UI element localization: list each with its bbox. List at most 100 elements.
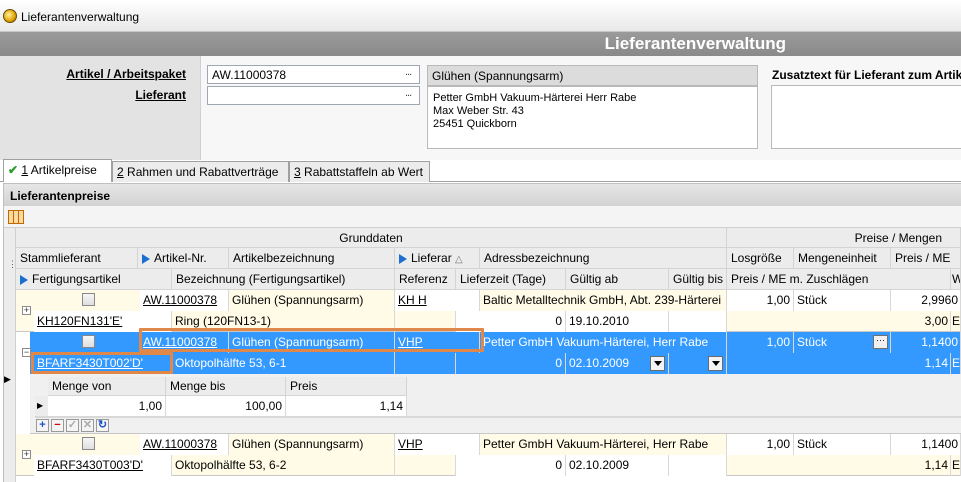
cell-artikel-nr[interactable]: AW.11000378 [140,434,229,455]
col-referenz[interactable]: Referenz [395,269,456,290]
tab-label: Artikelpreise [28,163,97,177]
gueltig-ab-dropdown-icon[interactable] [650,356,665,371]
zusatztext-label: Zusatztext für Lieferant zum Artikel [772,68,961,82]
panel-title: Lieferantenpreise [4,184,961,206]
col-adressbezeichnung[interactable]: Adressbezeichnung [480,248,727,269]
collapse-icon[interactable]: − [22,348,31,357]
col-mengeneinheit[interactable]: Mengeneinheit [794,248,891,269]
col-lieferzeit[interactable]: Lieferzeit (Tage) [456,269,566,290]
lieferant-input[interactable] [207,86,420,105]
address-line: Petter GmbH Vakuum-Härterei Herr Rabe [433,92,637,104]
col-preis-me-zuschlaege[interactable]: Preis / ME m. Zuschlägen [727,269,951,290]
cell-gueltig-bis[interactable] [669,311,727,332]
tab-artikelpreise[interactable]: ✔ 1 Artikelpreise [3,159,112,182]
cell-preis-me[interactable]: 1,1400 [891,332,961,353]
cell-artikel-nr[interactable]: AW.11000378 [140,290,229,311]
cell-preis-zuschlaege: 1,14 [727,455,951,476]
artikel-label[interactable]: Artikel / Arbeitspaket [10,67,186,81]
col-w[interactable]: W [951,269,961,290]
cell-losgroesse[interactable]: 1,00 [727,332,794,353]
highlight-box-fertigungsartikel [31,352,173,374]
refresh-button[interactable]: ↻ [96,419,109,432]
cell-adresse: Petter GmbH Vakuum-Härterei, Herr Rabe [480,434,727,455]
sub-col-menge-bis[interactable]: Menge bis [166,377,286,396]
col-lieferant-label: Lieferar [411,251,452,265]
artikel-input[interactable]: AW.11000378 [207,65,420,84]
cell-preis-zuschlaege: 1,14 [727,353,951,374]
address-box: Petter GmbH Vakuum-Härterei Herr Rabe Ma… [427,86,758,149]
col-artikelbezeichnung[interactable]: Artikelbezeichnung [229,248,395,269]
cell-mengeneinheit[interactable]: Stück [794,290,891,311]
cell-lieferzeit[interactable]: 0 [456,353,566,374]
lieferant-lookup-button[interactable]: ... [405,87,412,99]
stammlieferant-checkbox[interactable] [82,293,95,306]
mengeneinheit-lookup-button[interactable]: ··· [873,335,888,349]
sort-arrow-icon [142,253,150,264]
confirm-row-button[interactable]: ✓ [66,419,79,432]
page-title: Lieferantenverwaltung [604,34,786,53]
cell-lieferant[interactable]: KH H [395,290,480,311]
col-stammlieferant[interactable]: Stammlieferant [16,248,138,269]
grid-layout-icon[interactable] [8,210,24,224]
check-icon: ✔ [8,163,19,177]
cell-gueltig-ab[interactable]: 19.10.2010 [566,311,669,332]
cell-preis-zuschlaege: 3,00 [727,311,951,332]
tab-key: 3 [294,165,301,179]
col-losgroesse[interactable]: Losgröße [727,248,794,269]
expand-icon[interactable]: + [22,306,31,315]
sub-cell-preis[interactable]: 1,14 [286,396,407,416]
tab-rahmen-rabattvertraege[interactable]: 2 Rahmen und Rabattverträge [112,161,289,182]
col-artikel-nr[interactable]: Artikel-Nr. [138,248,229,269]
col-fertigungsartikel-label: Fertigungsartikel [32,272,121,286]
cell-gueltig-bis[interactable] [669,455,727,476]
current-row-indicator-icon: ▶ [4,374,11,384]
col-gueltig-ab[interactable]: Gültig ab [566,269,669,290]
cell-adresse: Petter GmbH Vakuum-Härterei, Herr Rabe [480,332,727,353]
sort-arrow-icon [20,274,28,285]
sort-ascending-icon: △ [455,254,463,265]
sub-cell-menge-bis[interactable]: 100,00 [166,396,286,416]
cell-bezeichnung-fertigung: Oktopolhälfte 53, 6-1 [172,353,395,374]
add-row-button[interactable]: + [36,419,49,432]
cell-mengeneinheit[interactable]: Stück [794,434,891,455]
sub-col-menge-von[interactable]: Menge von [48,377,166,396]
cell-fertigungsartikel[interactable]: BFARF3430T003'D' [34,455,172,476]
artikel-lookup-button[interactable]: ... [405,66,412,78]
sub-cell-menge-von[interactable]: 1,00 [48,396,166,416]
cell-preis-me[interactable]: 1,1400 [891,434,961,455]
cell-lieferant[interactable]: VHP [395,434,480,455]
cell-adresse: Baltic Metalltechnik GmbH, Abt. 239-Härt… [480,290,727,311]
col-preis-me[interactable]: Preis / ME [891,248,961,269]
cell-w: E [951,455,961,476]
col-gueltig-bis[interactable]: Gültig bis [669,269,727,290]
cell-referenz [395,353,456,374]
zusatztext-field[interactable] [771,85,961,149]
col-fertigungsartikel[interactable]: Fertigungsartikel [16,269,172,290]
address-line: 25451 Quickborn [433,118,517,130]
cell-preis-me[interactable]: 2,9960 [891,290,961,311]
cell-lieferzeit[interactable]: 0 [456,455,566,476]
col-lieferant[interactable]: Lieferar △ [395,248,480,269]
expand-icon[interactable]: + [22,450,31,459]
sort-arrow-icon [399,253,407,264]
lieferant-label[interactable]: Lieferant [10,88,186,102]
window-title: Lieferantenverwaltung [21,10,140,24]
delete-row-button[interactable]: − [51,419,64,432]
header-band [0,32,961,56]
tab-label: Rahmen und Rabattverträge [123,165,279,179]
cell-gueltig-ab[interactable]: 02.10.2009 [566,455,669,476]
grid-toolbar [4,206,961,228]
sub-col-preis[interactable]: Preis [286,377,407,396]
cell-losgroesse[interactable]: 1,00 [727,290,794,311]
cancel-row-button[interactable]: ✕ [81,419,94,432]
tab-rabattstaffeln[interactable]: 3 Rabattstaffeln ab Wert [289,161,430,182]
app-icon [3,9,17,23]
cell-losgroesse[interactable]: 1,00 [727,434,794,455]
stammlieferant-checkbox[interactable] [82,437,95,450]
stammlieferant-checkbox[interactable] [82,335,95,348]
tab-label: Rabattstaffeln ab Wert [300,165,423,179]
col-bezeichnung-fertigungsartikel[interactable]: Bezeichnung (Fertigungsartikel) [172,269,395,290]
gueltig-bis-dropdown-icon[interactable] [708,356,723,371]
col-artikel-nr-label: Artikel-Nr. [154,251,207,265]
tab-key: 2 [117,165,124,179]
